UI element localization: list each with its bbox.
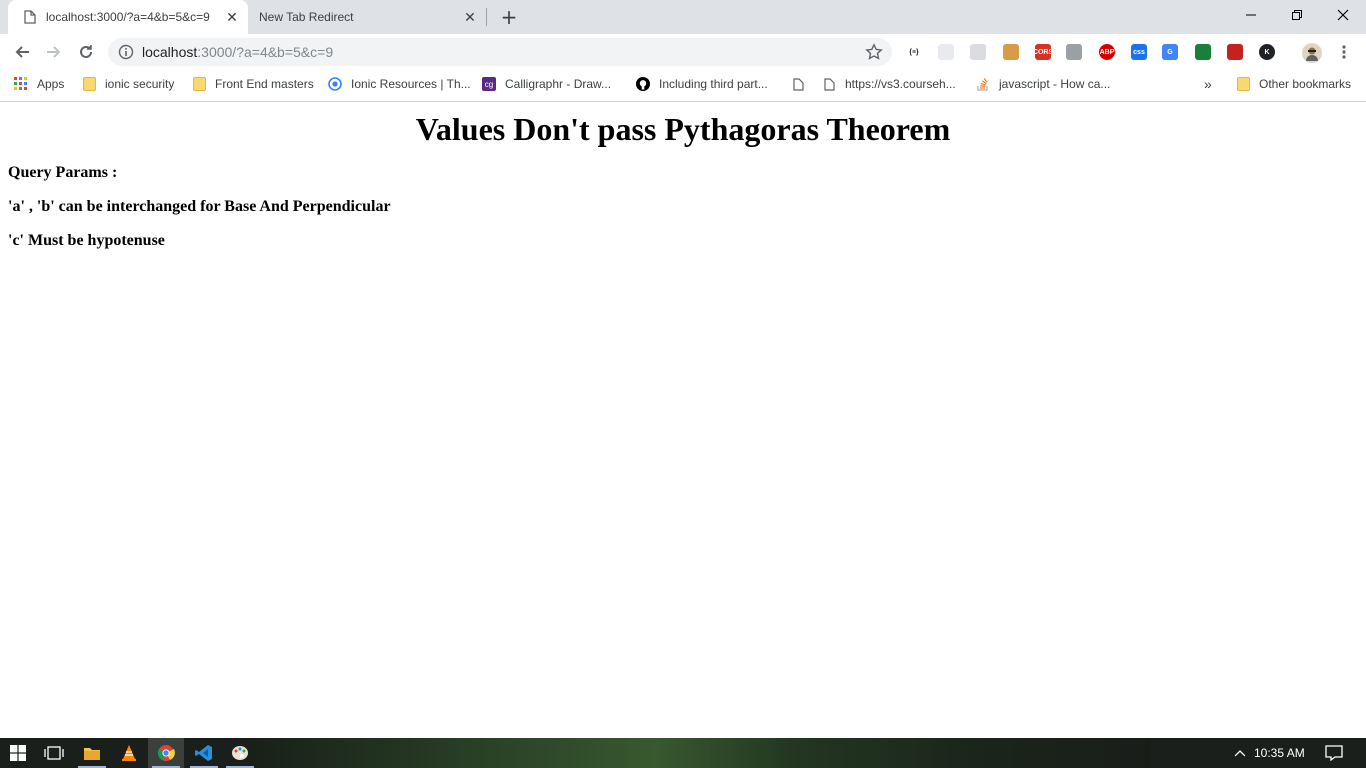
page-icon [791,77,805,91]
apps-grid-icon [14,77,28,91]
github-icon [636,77,650,91]
bookmarks-bar: Apps ionic security Front End masters Io… [0,70,1366,102]
shield-icon[interactable] [1066,44,1082,60]
tab-inactive[interactable]: New Tab Redirect ✕ [248,0,486,34]
cloud-icon[interactable] [938,44,954,60]
minimize-button[interactable] [1228,0,1274,30]
bookmark-label: Ionic Resources | Th... [351,77,471,91]
vlc-icon[interactable] [111,738,147,768]
menu-kebab-icon[interactable] [1336,44,1352,60]
page-content: Values Don't pass Pythagoras Theorem Que… [0,103,1366,738]
file-explorer-icon[interactable] [74,738,110,768]
tab-title: localhost:3000/?a=4&b=5&c=9 [46,10,210,24]
k-icon[interactable]: K [1259,44,1275,60]
bookmark-label: Including third part... [659,77,768,91]
url-rest: :3000/?a=4&b=5&c=9 [197,44,334,60]
tab-active[interactable]: localhost:3000/?a=4&b=5&c=9 ✕ [8,0,248,34]
paint-icon[interactable] [222,738,258,768]
page-icon [22,9,38,25]
css-icon[interactable]: css [1131,44,1147,60]
tab-title: New Tab Redirect [259,10,354,24]
translate-icon[interactable]: G [1162,44,1178,60]
action-center-icon[interactable] [1316,738,1352,768]
bookmark-label: https://vs3.courseh... [845,77,956,91]
bookmark-label: ionic security [105,77,175,91]
page-icon [822,77,836,91]
taskbar-wallpaper [250,738,1150,768]
chrome-icon[interactable] [148,738,184,768]
tool-icon[interactable] [1227,44,1243,60]
bookmark-label: javascript - How ca... [999,77,1111,91]
vscode-icon[interactable] [186,738,222,768]
new-tab-button[interactable]: + [497,5,521,29]
calligraphr-icon: cg [482,77,496,91]
cors-icon[interactable]: CORS [1033,44,1053,60]
svg-text:cg: cg [485,80,493,89]
folder-icon [1236,77,1250,91]
bookmark-calligraphr[interactable]: cg Calligraphr - Draw... [482,70,611,98]
back-button[interactable] [8,38,36,66]
bookmark-vs3[interactable]: https://vs3.courseh... [822,70,956,98]
browser-chrome: localhost:3000/?a=4&b=5&c=9 ✕ New Tab Re… [0,0,1366,103]
globe-icon[interactable] [1195,44,1211,60]
bookmark-ionic-resources[interactable]: Ionic Resources | Th... [328,70,471,98]
address-bar[interactable]: localhost:3000/?a=4&b=5&c=9 [108,38,892,66]
reader-icon[interactable] [970,44,986,60]
windows-start-icon[interactable] [0,738,36,768]
close-window-button[interactable] [1320,0,1366,30]
stackoverflow-icon [976,77,990,91]
bookmark-page[interactable] [791,70,814,98]
bookmark-label: Other bookmarks [1259,77,1352,91]
bookmark-label: Apps [37,77,65,91]
cookie-icon[interactable] [1003,44,1019,60]
bookmark-label: Calligraphr - Draw... [505,77,612,91]
restore-button[interactable] [1274,0,1320,30]
info-icon[interactable] [118,44,134,60]
bookmark-other-bookmarks[interactable]: Other bookmarks [1236,70,1351,98]
adblock-icon[interactable]: ABP [1099,44,1115,60]
bookmarks-overflow-button[interactable]: » [1204,70,1212,98]
interchange-note: 'a' , 'b' can be interchanged for Base A… [8,198,391,215]
tab-separator [486,8,487,26]
overflow-label: » [1204,76,1212,92]
url-host: localhost [142,44,198,60]
folder-icon [192,77,206,91]
bookmark-apps[interactable]: Apps [14,70,64,98]
page-heading: Values Don't pass Pythagoras Theorem [415,111,951,147]
profile-avatar[interactable] [1302,43,1322,63]
windows-taskbar: 10:35 AM [0,738,1366,768]
task-view-icon[interactable] [36,738,72,768]
url-text: localhost:3000/?a=4&b=5&c=9 [142,44,333,60]
ionic-icon [328,77,342,91]
chevron-up-icon[interactable] [1222,738,1258,768]
bookmark-star-icon[interactable] [865,43,883,61]
bookmark-javascript[interactable]: javascript - How ca... [976,70,1110,98]
query-params-label: Query Params : [8,164,118,181]
close-tab-icon[interactable]: ✕ [224,9,240,25]
forward-button[interactable] [40,38,68,66]
bookmark-label: Front End masters [215,77,314,91]
reload-button[interactable] [72,38,100,66]
hypotenuse-note: 'c' Must be hypotenuse [8,232,165,249]
close-tab-icon[interactable]: ✕ [462,9,478,25]
tab-strip: localhost:3000/?a=4&b=5&c=9 ✕ New Tab Re… [0,0,1366,34]
folder-icon [82,77,96,91]
bookmark-ionic-security[interactable]: ionic security [82,70,174,98]
bookmark-front-end-masters[interactable]: Front End masters [192,70,314,98]
taskbar-clock[interactable]: 10:35 AM [1254,738,1305,768]
bookmark-github[interactable]: Including third part... [636,70,768,98]
json-viewer-icon[interactable]: {≡} [906,44,922,60]
